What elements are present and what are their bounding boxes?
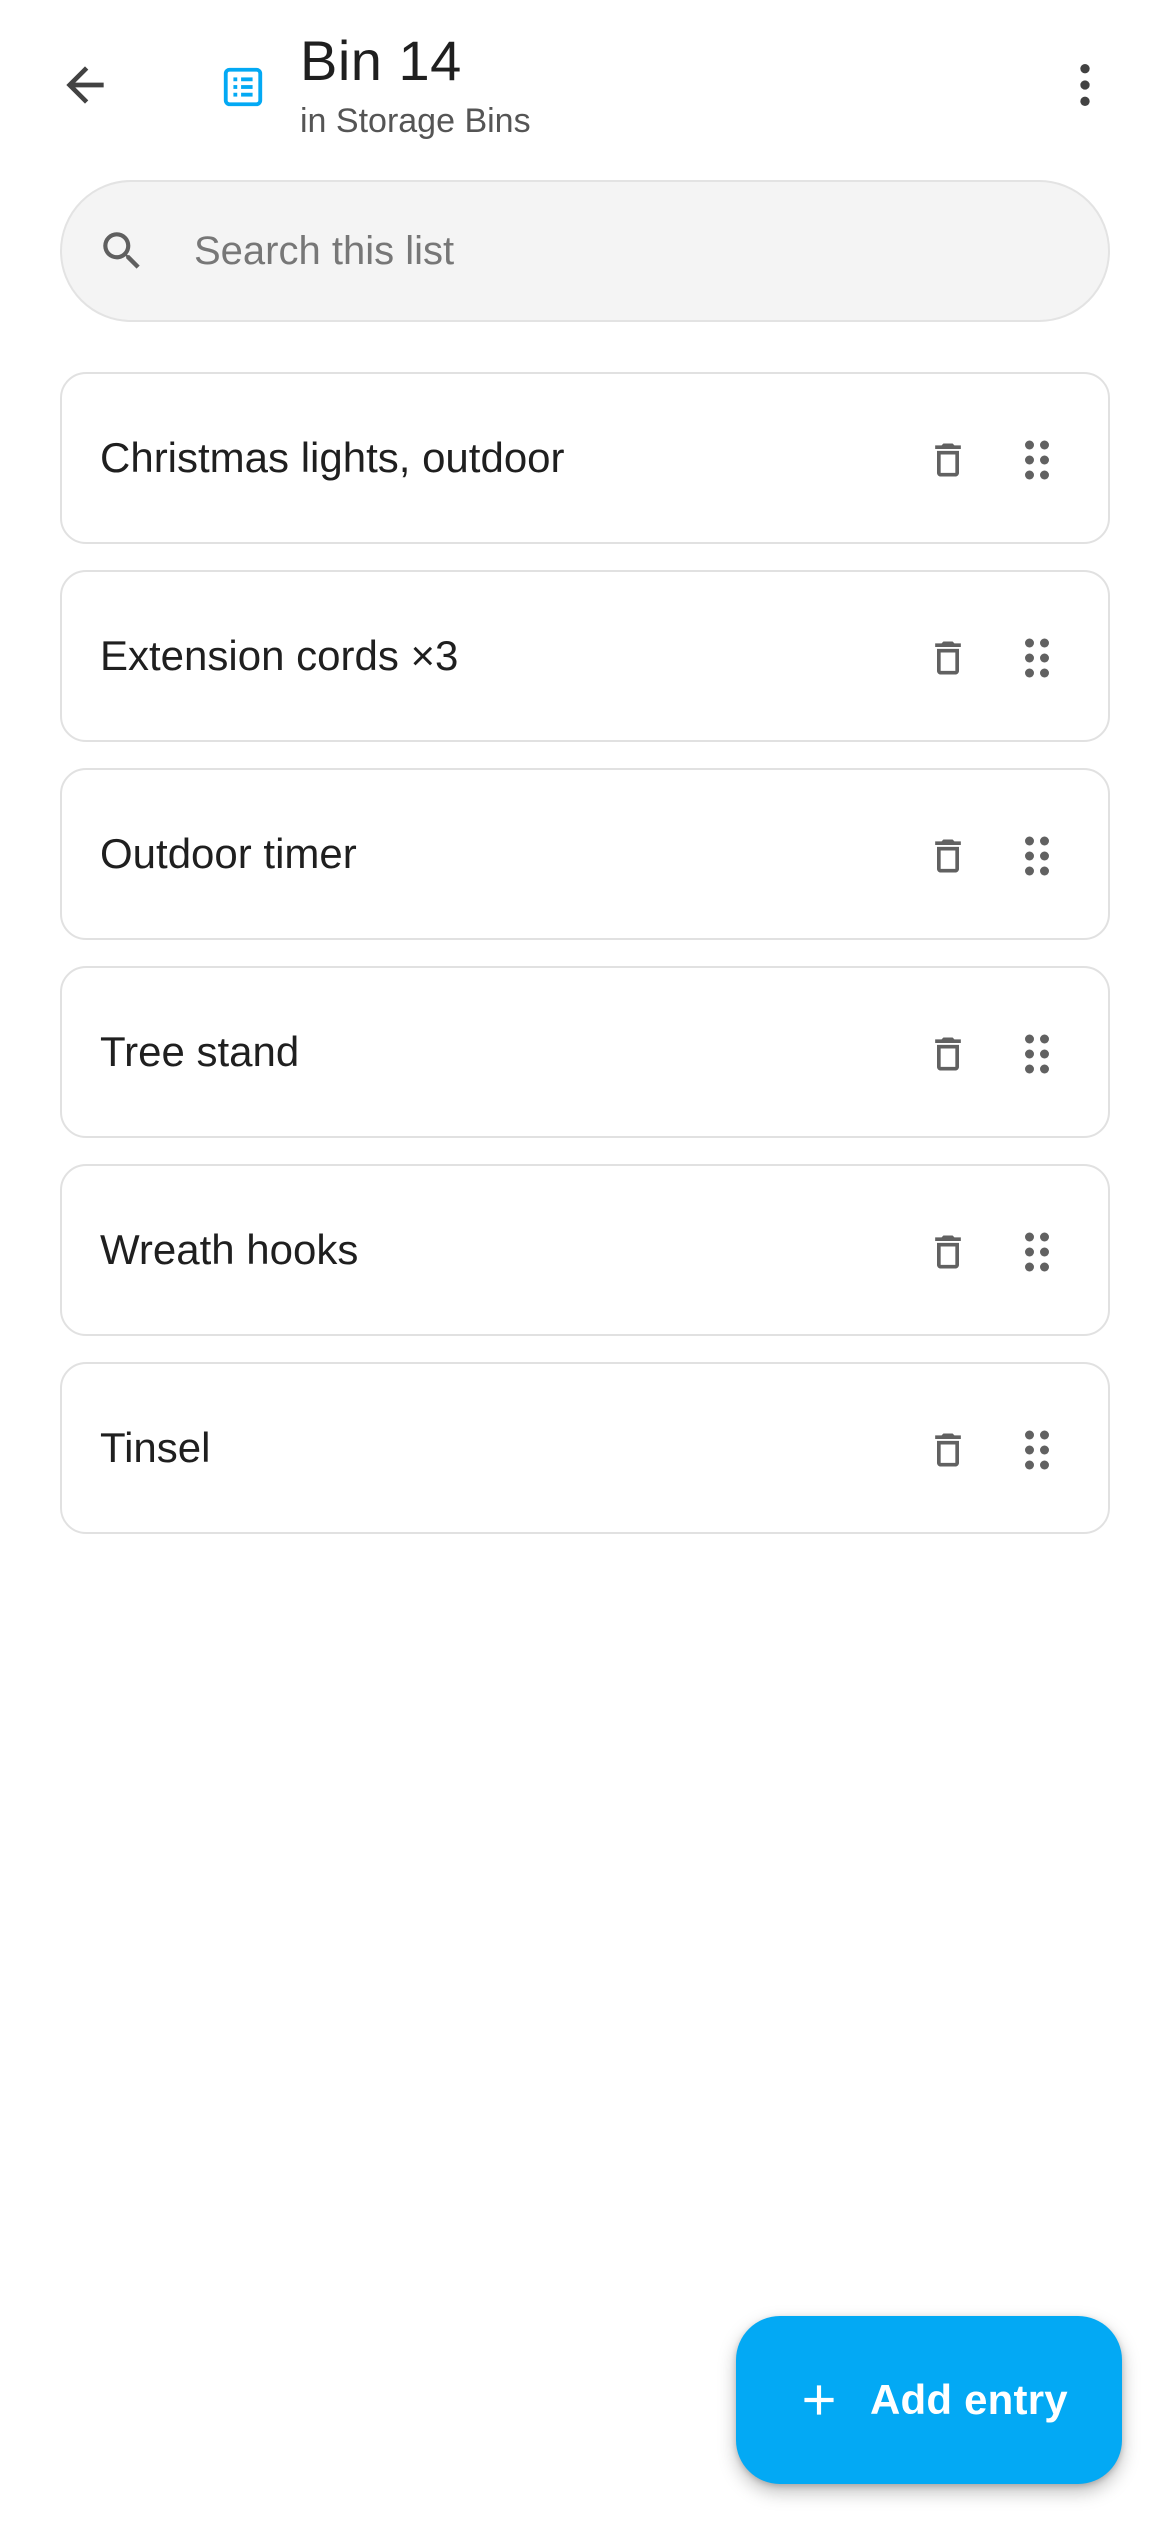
- search-input[interactable]: [192, 200, 1056, 302]
- back-button[interactable]: [50, 50, 120, 120]
- trash-icon: [935, 641, 961, 675]
- drag-handle[interactable]: [1012, 1422, 1062, 1478]
- trash-icon: [935, 1433, 961, 1467]
- page-subtitle: in Storage Bins: [300, 102, 531, 140]
- delete-button[interactable]: [922, 1422, 974, 1478]
- drag-handle[interactable]: [1012, 432, 1062, 488]
- list-item[interactable]: Christmas lights, outdoor: [60, 372, 1110, 544]
- delete-button[interactable]: [922, 630, 974, 686]
- list-item[interactable]: Tinsel: [60, 1362, 1110, 1534]
- plus-icon: [794, 2375, 844, 2425]
- drag-handle-icon: [1025, 836, 1049, 876]
- list-item[interactable]: Wreath hooks: [60, 1164, 1110, 1336]
- list-box-icon: [220, 64, 266, 110]
- drag-handle-icon: [1025, 440, 1049, 480]
- delete-button[interactable]: [922, 828, 974, 884]
- item-label: Tinsel: [100, 1424, 211, 1471]
- entry-list: Christmas lights, outdoor Extension cord…: [60, 372, 1110, 1560]
- add-entry-button[interactable]: Add entry: [736, 2316, 1122, 2484]
- app-header: Bin 14 in Storage Bins: [0, 0, 1170, 170]
- arrow-left-icon: [66, 66, 104, 104]
- drag-handle-icon: [1025, 1034, 1049, 1074]
- drag-handle-icon: [1025, 1430, 1049, 1470]
- trash-icon: [935, 1037, 961, 1071]
- delete-button[interactable]: [922, 1224, 974, 1280]
- drag-handle[interactable]: [1012, 1224, 1062, 1280]
- item-label: Outdoor timer: [100, 830, 357, 877]
- trash-icon: [935, 839, 961, 873]
- trash-icon: [935, 1235, 961, 1269]
- delete-button[interactable]: [922, 432, 974, 488]
- drag-handle[interactable]: [1012, 1026, 1062, 1082]
- more-vert-icon: [1080, 64, 1090, 106]
- search-bar[interactable]: [60, 180, 1110, 322]
- delete-button[interactable]: [922, 1026, 974, 1082]
- search-icon: [92, 221, 152, 281]
- more-options-button[interactable]: [1050, 50, 1120, 120]
- item-label: Christmas lights, outdoor: [100, 434, 565, 481]
- drag-handle-icon: [1025, 1232, 1049, 1272]
- item-label: Tree stand: [100, 1028, 300, 1075]
- list-item[interactable]: Extension cords ×3: [60, 570, 1110, 742]
- list-item[interactable]: Tree stand: [60, 966, 1110, 1138]
- item-label: Extension cords ×3: [100, 632, 459, 679]
- drag-handle-icon: [1025, 638, 1049, 678]
- trash-icon: [935, 443, 961, 477]
- item-label: Wreath hooks: [100, 1226, 359, 1273]
- add-entry-label: Add entry: [870, 2376, 1068, 2423]
- page-title: Bin 14: [300, 29, 462, 92]
- drag-handle[interactable]: [1012, 828, 1062, 884]
- drag-handle[interactable]: [1012, 630, 1062, 686]
- list-item[interactable]: Outdoor timer: [60, 768, 1110, 940]
